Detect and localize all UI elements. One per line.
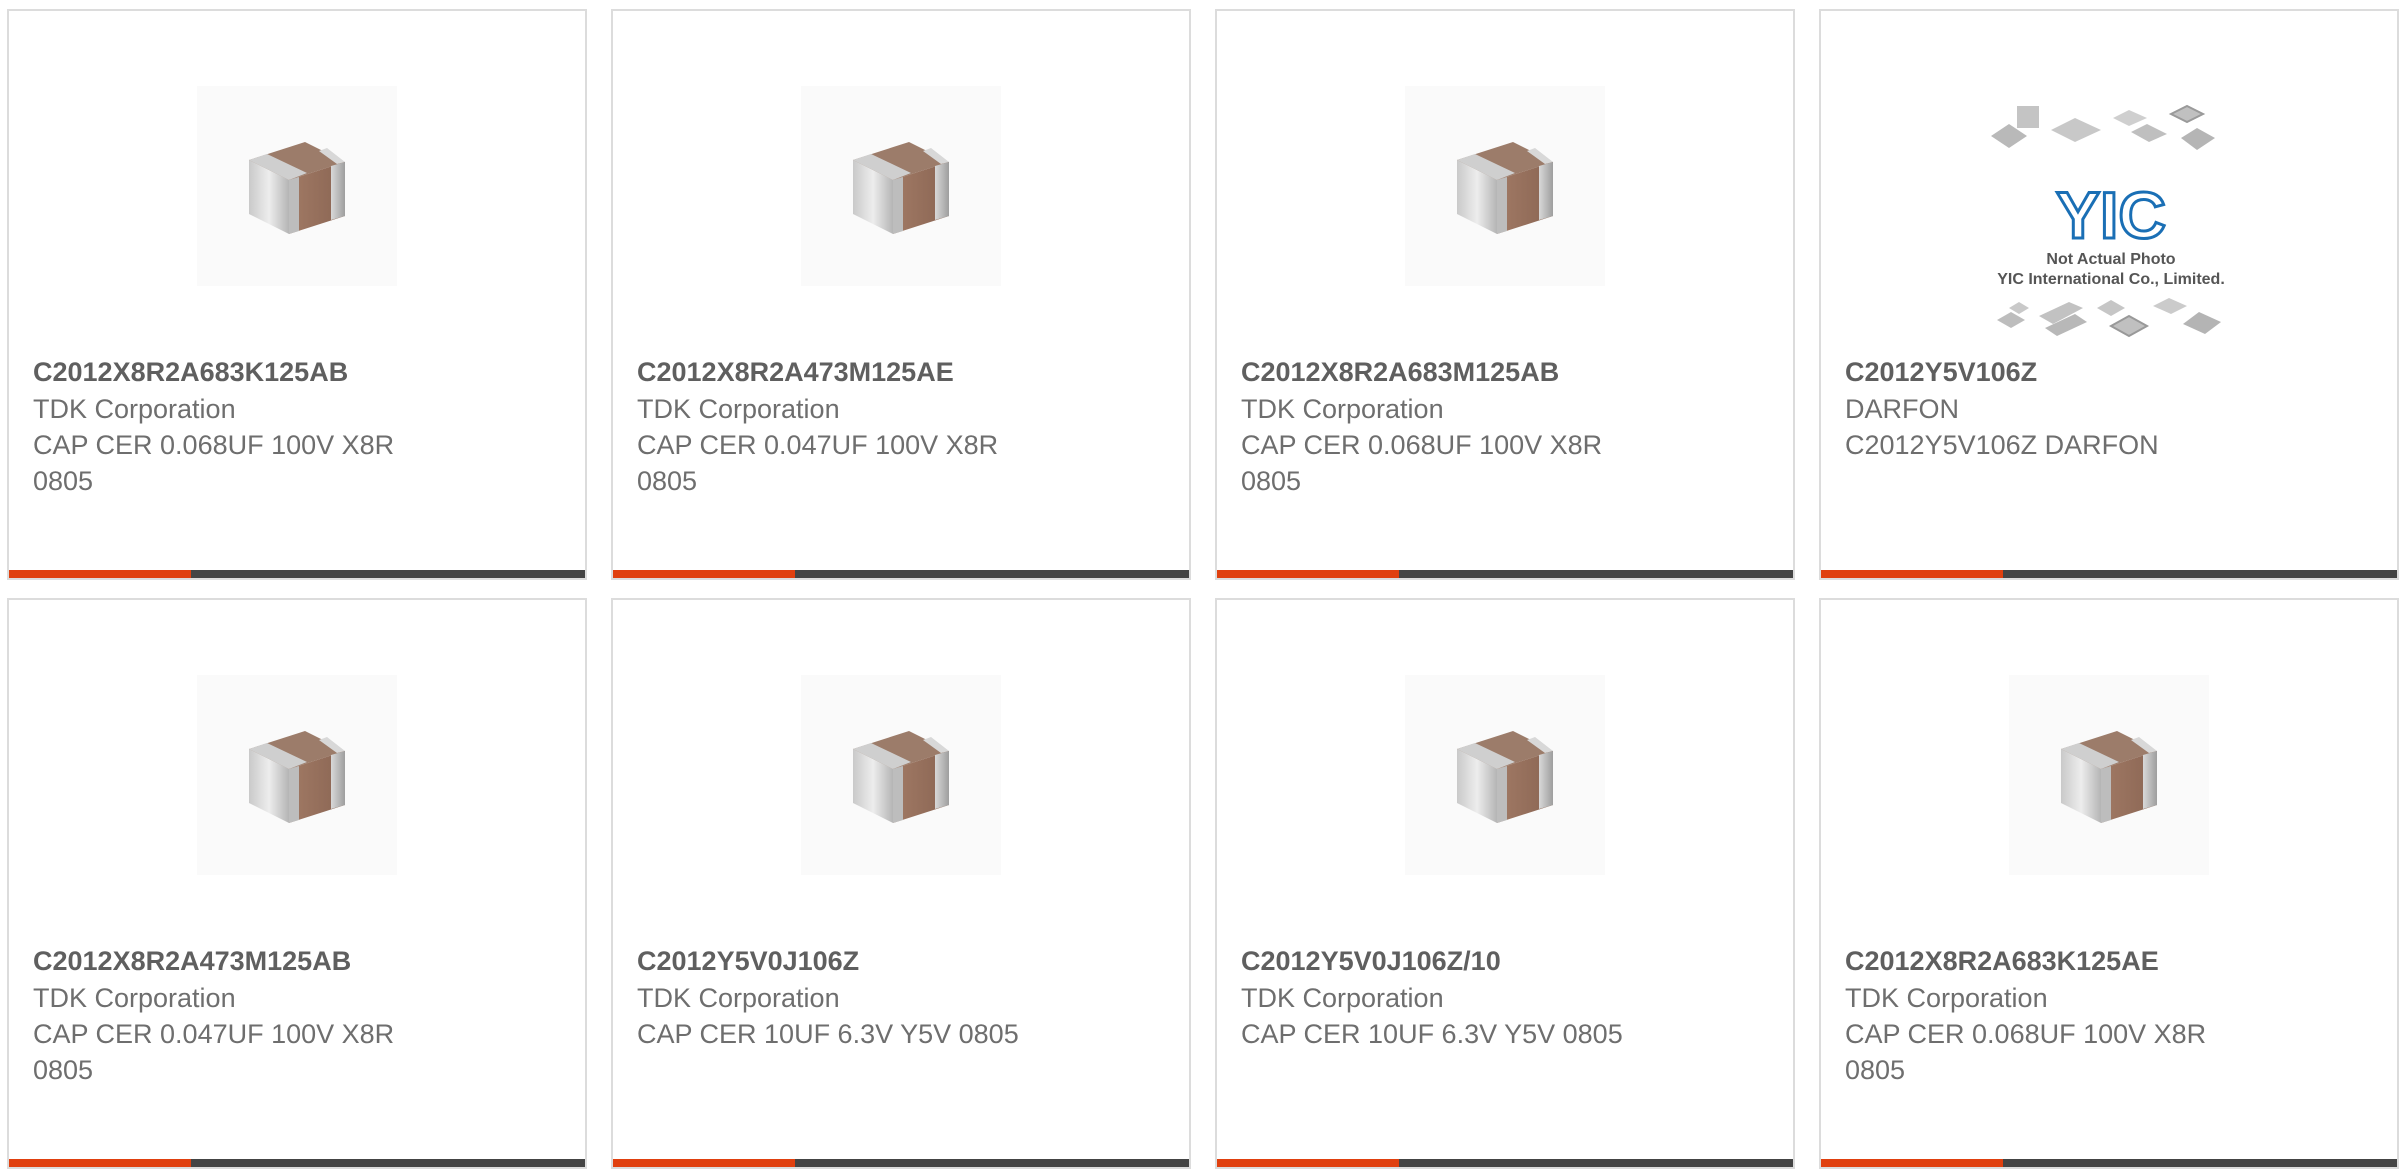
manufacturer: TDK Corporation: [637, 394, 840, 424]
product-image[interactable]: [197, 675, 397, 875]
product-image[interactable]: [1405, 675, 1605, 875]
product-card[interactable]: C2012X8R2A473M125AB TDK Corporation CAP …: [7, 598, 587, 1169]
description: CAP CER 0.068UF 100V X8R 0805: [1241, 430, 1603, 496]
card-accent-bar: [1821, 1159, 2003, 1167]
product-card[interactable]: C2012X8R2A683M125AB TDK Corporation CAP …: [1215, 9, 1795, 580]
card-bottom-bar: [613, 570, 1189, 578]
manufacturer: TDK Corporation: [1845, 983, 2048, 1013]
card-bottom-bar: [1217, 570, 1793, 578]
card-accent-bar: [613, 1159, 795, 1167]
product-info: C2012X8R2A683M125AB TDK Corporation CAP …: [1241, 353, 1661, 499]
yic-placeholder-icon: YIC Not Actual Photo YIC International C…: [1991, 104, 2225, 338]
card-accent-bar: [9, 1159, 191, 1167]
chip-capacitor-icon: [853, 142, 949, 234]
manufacturer: TDK Corporation: [1241, 983, 1444, 1013]
product-image[interactable]: [2009, 675, 2209, 875]
yic-line1: Not Actual Photo: [2046, 251, 2175, 268]
description: CAP CER 0.068UF 100V X8R 0805: [33, 430, 395, 496]
manufacturer: TDK Corporation: [33, 983, 236, 1013]
description: CAP CER 10UF 6.3V Y5V 0805: [637, 1019, 1019, 1049]
chip-capacitor-icon: [1457, 142, 1553, 234]
chip-capacitor-icon: [249, 142, 345, 234]
manufacturer: TDK Corporation: [33, 394, 236, 424]
product-info: C2012X8R2A683K125AE TDK Corporation CAP …: [1845, 942, 2265, 1088]
manufacturer: TDK Corporation: [637, 983, 840, 1013]
part-number[interactable]: C2012Y5V0J106Z/10: [1241, 942, 1661, 980]
product-card[interactable]: C2012Y5V0J106Z TDK Corporation CAP CER 1…: [611, 598, 1191, 1169]
chip-capacitor-icon: [2061, 731, 2157, 823]
card-bottom-bar: [1821, 1159, 2397, 1167]
part-number[interactable]: C2012X8R2A683K125AE: [1845, 942, 2265, 980]
product-image[interactable]: [801, 675, 1001, 875]
card-accent-bar: [9, 570, 191, 578]
product-grid: C2012X8R2A683K125AB TDK Corporation CAP …: [7, 9, 2399, 1169]
description: CAP CER 0.068UF 100V X8R 0805: [1845, 1019, 2207, 1085]
card-bottom-bar: [9, 570, 585, 578]
product-image[interactable]: [1405, 86, 1605, 286]
card-bottom-bar: [1821, 570, 2397, 578]
product-card[interactable]: C2012Y5V0J106Z/10 TDK Corporation CAP CE…: [1215, 598, 1795, 1169]
part-number[interactable]: C2012X8R2A683M125AB: [1241, 353, 1661, 391]
part-number[interactable]: C2012Y5V0J106Z: [637, 942, 1057, 980]
card-accent-bar: [1821, 570, 2003, 578]
product-info: C2012Y5V106Z DARFON C2012Y5V106Z DARFON: [1845, 353, 2265, 463]
description: CAP CER 0.047UF 100V X8R 0805: [637, 430, 999, 496]
manufacturer: TDK Corporation: [1241, 394, 1444, 424]
description: CAP CER 0.047UF 100V X8R 0805: [33, 1019, 395, 1085]
chip-capacitor-icon: [853, 731, 949, 823]
chip-capacitor-icon: [1457, 731, 1553, 823]
description: C2012Y5V106Z DARFON: [1845, 430, 2159, 460]
product-info: C2012Y5V0J106Z/10 TDK Corporation CAP CE…: [1241, 942, 1661, 1052]
product-card[interactable]: YIC Not Actual Photo YIC International C…: [1819, 9, 2399, 580]
card-accent-bar: [1217, 1159, 1399, 1167]
product-card[interactable]: C2012X8R2A683K125AE TDK Corporation CAP …: [1819, 598, 2399, 1169]
chip-capacitor-icon: [249, 731, 345, 823]
card-accent-bar: [613, 570, 795, 578]
description: CAP CER 10UF 6.3V Y5V 0805: [1241, 1019, 1623, 1049]
product-card[interactable]: C2012X8R2A683K125AB TDK Corporation CAP …: [7, 9, 587, 580]
product-image[interactable]: [801, 86, 1001, 286]
part-number[interactable]: C2012X8R2A683K125AB: [33, 353, 453, 391]
part-number[interactable]: C2012X8R2A473M125AB: [33, 942, 453, 980]
product-info: C2012X8R2A683K125AB TDK Corporation CAP …: [33, 353, 453, 499]
part-number[interactable]: C2012X8R2A473M125AE: [637, 353, 1057, 391]
product-info: C2012X8R2A473M125AB TDK Corporation CAP …: [33, 942, 453, 1088]
card-bottom-bar: [9, 1159, 585, 1167]
product-card[interactable]: C2012X8R2A473M125AE TDK Corporation CAP …: [611, 9, 1191, 580]
product-image[interactable]: [197, 86, 397, 286]
product-info: C2012X8R2A473M125AE TDK Corporation CAP …: [637, 353, 1057, 499]
manufacturer: DARFON: [1845, 394, 1959, 424]
card-bottom-bar: [1217, 1159, 1793, 1167]
yic-line2: YIC International Co., Limited.: [1997, 271, 2225, 288]
card-bottom-bar: [613, 1159, 1189, 1167]
yic-logo: YIC: [2056, 178, 2166, 252]
card-accent-bar: [1217, 570, 1399, 578]
product-image[interactable]: YIC Not Actual Photo YIC International C…: [1971, 96, 2251, 346]
product-info: C2012Y5V0J106Z TDK Corporation CAP CER 1…: [637, 942, 1057, 1052]
part-number[interactable]: C2012Y5V106Z: [1845, 353, 2265, 391]
